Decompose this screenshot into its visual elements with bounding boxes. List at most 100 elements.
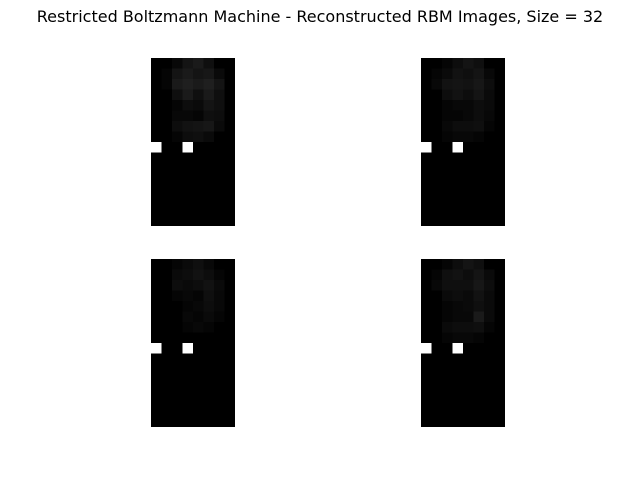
reconstruction-1-cell-r15-c5: [203, 215, 215, 226]
reconstruction-4-cell-r13-c4: [463, 395, 474, 407]
reconstruction-4-cell-r5-c7: [494, 311, 505, 323]
reconstruction-3-cell-r3-c2: [172, 290, 183, 302]
reconstruction-4-cell-r1-c6: [484, 269, 495, 281]
reconstruction-2-cell-r10-c6: [484, 163, 495, 174]
reconstruction-3-cell-r10-c1: [161, 364, 173, 375]
reconstruction-2-cell-r4-c3: [452, 100, 464, 111]
reconstruction-3-cell-r2-c1: [161, 280, 173, 291]
reconstruction-1-cell-r0-c1: [161, 58, 173, 69]
reconstruction-1-cell-r4-c1: [161, 100, 173, 111]
reconstruction-4-cell-r13-c6: [484, 395, 495, 407]
reconstruction-4-cell-r15-c4: [463, 416, 474, 427]
reconstruction-4-cell-r13-c3: [452, 395, 464, 407]
reconstruction-3-cell-r1-c5: [203, 269, 215, 281]
reconstruction-3-cell-r15-c0: [151, 416, 162, 427]
reconstruction-2-cell-r0-c5: [473, 58, 485, 69]
reconstruction-1-cell-r6-c5: [203, 121, 215, 132]
reconstruction-3-cell-r1-c6: [214, 269, 225, 281]
reconstruction-4-cell-r3-c1: [431, 290, 443, 302]
reconstruction-4-cell-r3-c4: [463, 290, 474, 302]
reconstruction-4-cell-r7-c2: [442, 332, 453, 344]
reconstruction-1-cell-r2-c1: [161, 79, 173, 90]
reconstruction-2-cell-r14-c6: [484, 205, 495, 216]
reconstruction-4-cell-r13-c2: [442, 395, 453, 407]
reconstruction-1-cell-r14-c1: [161, 205, 173, 216]
reconstruction-1-cell-r7-c0: [151, 131, 162, 143]
reconstruction-3-cell-r4-c5: [203, 301, 215, 312]
reconstruction-2-cell-r3-c2: [442, 89, 453, 101]
reconstruction-2-cell-r9-c7: [494, 152, 505, 164]
reconstruction-2-cell-r14-c4: [463, 205, 474, 216]
reconstruction-2-cell-r7-c7: [494, 131, 505, 143]
reconstruction-4-cell-r3-c3: [452, 290, 464, 302]
reconstruction-3-cell-r7-c2: [172, 332, 183, 344]
reconstruction-3-cell-r12-c0: [151, 385, 162, 396]
reconstruction-2-cell-r9-c4: [463, 152, 474, 164]
reconstruction-1-cell-r8-c0: [151, 142, 162, 153]
reconstruction-3-cell-r6-c3: [182, 322, 194, 333]
reconstruction-3-cell-r9-c0: [151, 353, 162, 365]
reconstruction-3-cell-r6-c0: [151, 322, 162, 333]
reconstruction-3-cell-r3-c5: [203, 290, 215, 302]
reconstruction-2-cell-r0-c7: [494, 58, 505, 69]
reconstruction-2-cell-r10-c1: [431, 163, 443, 174]
reconstruction-1-cell-r4-c2: [172, 100, 183, 111]
reconstruction-3-cell-r14-c6: [214, 406, 225, 417]
reconstruction-4-cell-r9-c4: [463, 353, 474, 365]
reconstruction-4-cell-r2-c6: [484, 280, 495, 291]
reconstruction-4-cell-r5-c5: [473, 311, 485, 323]
reconstruction-2-cell-r6-c7: [494, 121, 505, 132]
reconstruction-4-cell-r5-c6: [484, 311, 495, 323]
reconstruction-1-cell-r7-c1: [161, 131, 173, 143]
reconstruction-2-cell-r11-c1: [431, 173, 443, 185]
reconstruction-2-cell-r3-c5: [473, 89, 485, 101]
reconstruction-1-cell-r12-c4: [193, 184, 204, 195]
reconstruction-3-cell-r5-c3: [182, 311, 194, 323]
reconstruction-4-cell-r3-c0: [421, 290, 432, 302]
reconstruction-1-cell-r0-c7: [224, 58, 235, 69]
reconstruction-1-cell-r7-c4: [193, 131, 204, 143]
reconstruction-1-cell-r8-c7: [224, 142, 235, 153]
reconstruction-2-cell-r4-c5: [473, 100, 485, 111]
reconstruction-4-cell-r6-c7: [494, 322, 505, 333]
reconstruction-3-cell-r14-c5: [203, 406, 215, 417]
reconstruction-3-cell-r1-c4: [193, 269, 204, 281]
reconstruction-3-cell-r14-c3: [182, 406, 194, 417]
reconstruction-1-cell-r3-c4: [193, 89, 204, 101]
reconstruction-2-cell-r7-c4: [463, 131, 474, 143]
reconstruction-3-cell-r9-c4: [193, 353, 204, 365]
reconstruction-2-cell-r7-c2: [442, 131, 453, 143]
reconstruction-3-cell-r15-c4: [193, 416, 204, 427]
reconstruction-3-cell-r3-c6: [214, 290, 225, 302]
reconstruction-2-cell-r9-c1: [431, 152, 443, 164]
reconstruction-3-cell-r15-c7: [224, 416, 235, 427]
reconstruction-3-cell-r5-c7: [224, 311, 235, 323]
reconstruction-3-cell-r14-c2: [172, 406, 183, 417]
reconstruction-2-cell-r15-c7: [494, 215, 505, 226]
reconstruction-2-cell-r0-c2: [442, 58, 453, 69]
reconstruction-2-cell-r14-c2: [442, 205, 453, 216]
reconstruction-1-cell-r11-c2: [172, 173, 183, 185]
reconstruction-1-cell-r15-c0: [151, 215, 162, 226]
reconstruction-4-cell-r1-c7: [494, 269, 505, 281]
reconstruction-4-cell-r13-c5: [473, 395, 485, 407]
reconstruction-2-cell-r13-c7: [494, 194, 505, 206]
reconstruction-2-cell-r4-c7: [494, 100, 505, 111]
reconstruction-4-cell-r9-c1: [431, 353, 443, 365]
reconstruction-2-cell-r5-c5: [473, 110, 485, 122]
reconstruction-1-cell-r11-c0: [151, 173, 162, 185]
reconstruction-4-cell-r9-c2: [442, 353, 453, 365]
reconstruction-2-cell-r12-c1: [431, 184, 443, 195]
reconstruction-3-cell-r11-c3: [182, 374, 194, 386]
reconstruction-4-cell-r0-c3: [452, 259, 464, 270]
reconstruction-2-cell-r2-c5: [473, 79, 485, 90]
reconstruction-4-cell-r10-c6: [484, 364, 495, 375]
reconstruction-3-cell-r5-c1: [161, 311, 173, 323]
reconstruction-3-cell-r7-c0: [151, 332, 162, 344]
reconstruction-2-cell-r14-c1: [431, 205, 443, 216]
reconstruction-4-cell-r8-c3: [452, 343, 464, 354]
reconstruction-1-cell-r8-c2: [172, 142, 183, 153]
reconstruction-2-cell-r2-c7: [494, 79, 505, 90]
reconstruction-4-cell-r9-c0: [421, 353, 432, 365]
reconstruction-1-cell-r9-c2: [172, 152, 183, 164]
